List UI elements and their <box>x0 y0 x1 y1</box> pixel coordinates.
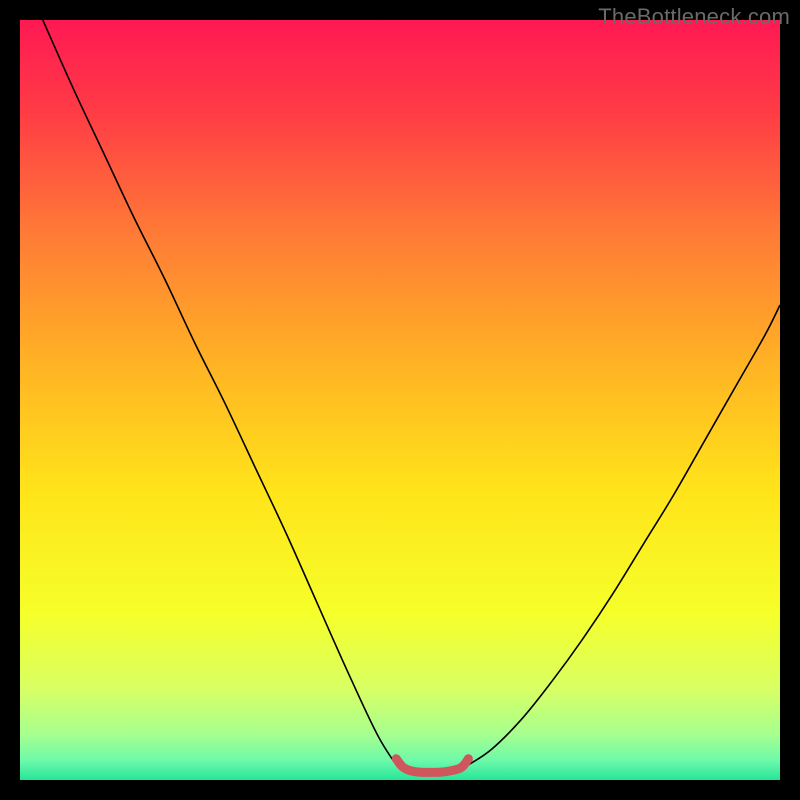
chart-frame: TheBottleneck.com <box>0 0 800 800</box>
chart-svg <box>20 20 780 780</box>
watermark-text: TheBottleneck.com <box>598 4 790 30</box>
plot-area <box>20 20 780 780</box>
chart-background <box>20 20 780 780</box>
